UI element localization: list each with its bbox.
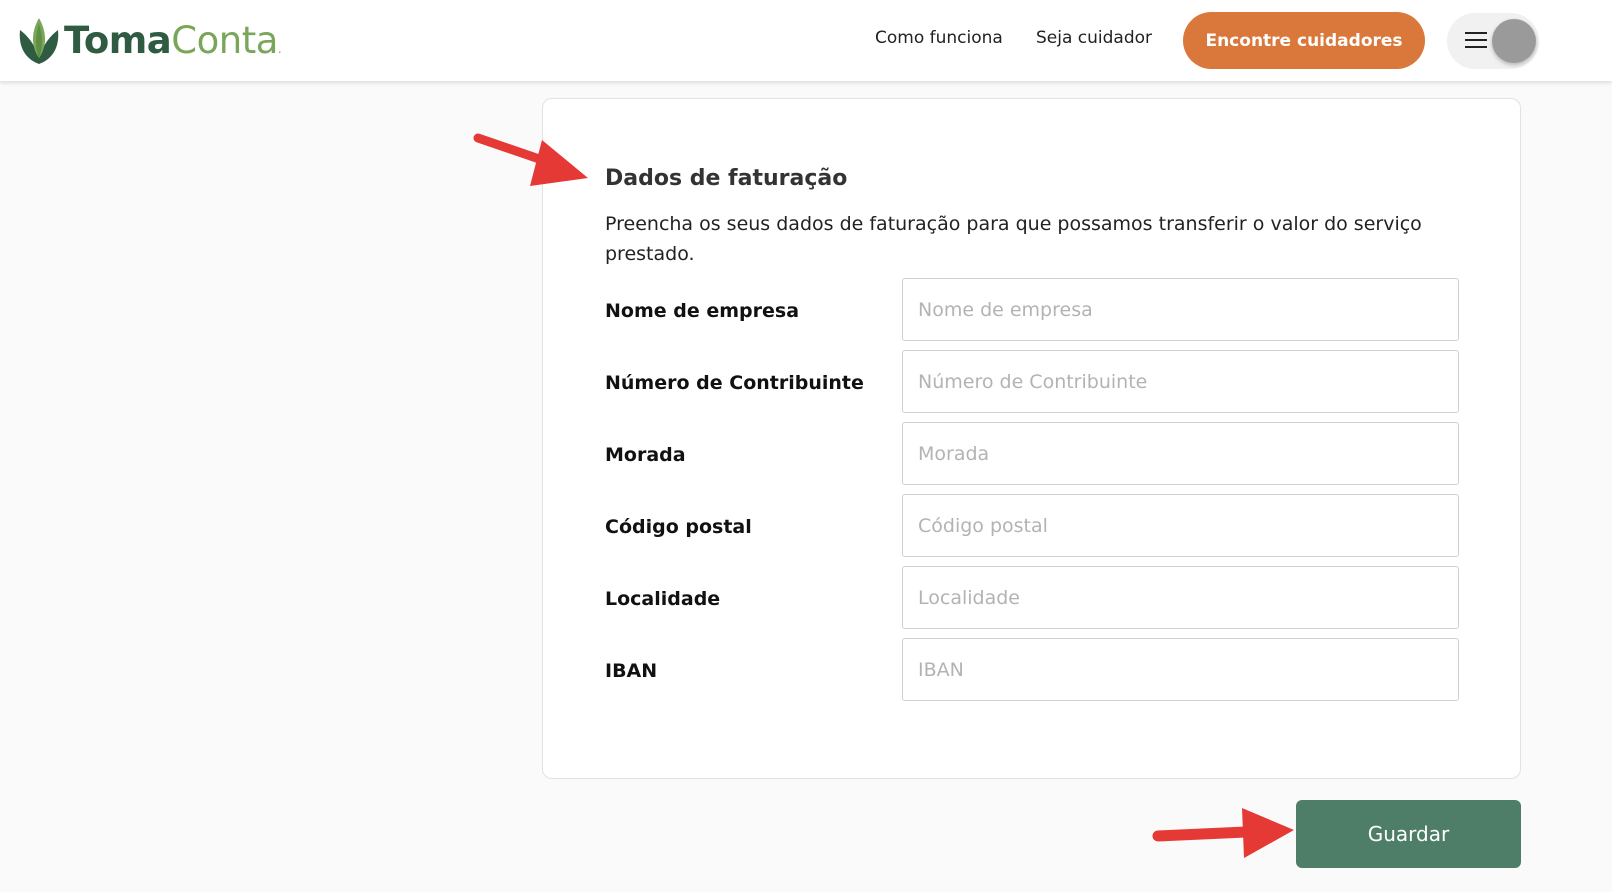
user-menu-toggle[interactable] [1447, 13, 1539, 69]
logo-mark: . [277, 41, 282, 56]
iban-label: IBAN [605, 660, 658, 682]
postal-code-field[interactable] [902, 494, 1459, 557]
top-header: TomaConta. Como funciona Seja cuidador E… [0, 0, 1612, 82]
tomaconta-logo[interactable]: TomaConta. [14, 14, 282, 66]
logo-wordmark: TomaConta. [64, 18, 282, 62]
address-label: Morada [605, 444, 686, 466]
postal-code-label: Código postal [605, 516, 752, 538]
billing-title: Dados de faturação [605, 166, 848, 191]
annotation-arrow-icon [473, 133, 588, 186]
avatar [1492, 19, 1536, 63]
hamburger-icon [1465, 32, 1487, 50]
company-name-field[interactable] [902, 278, 1459, 341]
company-name-label: Nome de empresa [605, 300, 800, 322]
iban-field[interactable] [902, 638, 1459, 701]
locality-label: Localidade [605, 588, 721, 610]
leaf-logo-icon [19, 18, 59, 64]
taxpayer-number-field[interactable] [902, 350, 1459, 413]
find-carers-button[interactable]: Encontre cuidadores [1183, 12, 1425, 69]
nav-how-it-works[interactable]: Como funciona [875, 28, 1003, 48]
save-button[interactable]: Guardar [1296, 800, 1521, 868]
billing-description: Preencha os seus dados de faturação para… [605, 213, 1422, 265]
nav-become-carer[interactable]: Seja cuidador [1036, 28, 1152, 48]
taxpayer-number-label: Número de Contribuinte [605, 372, 864, 394]
annotation-arrow-icon [1152, 808, 1294, 858]
logo-part-toma: Toma [64, 18, 172, 62]
address-field[interactable] [902, 422, 1459, 485]
locality-field[interactable] [902, 566, 1459, 629]
logo-part-conta: Conta [171, 18, 278, 62]
